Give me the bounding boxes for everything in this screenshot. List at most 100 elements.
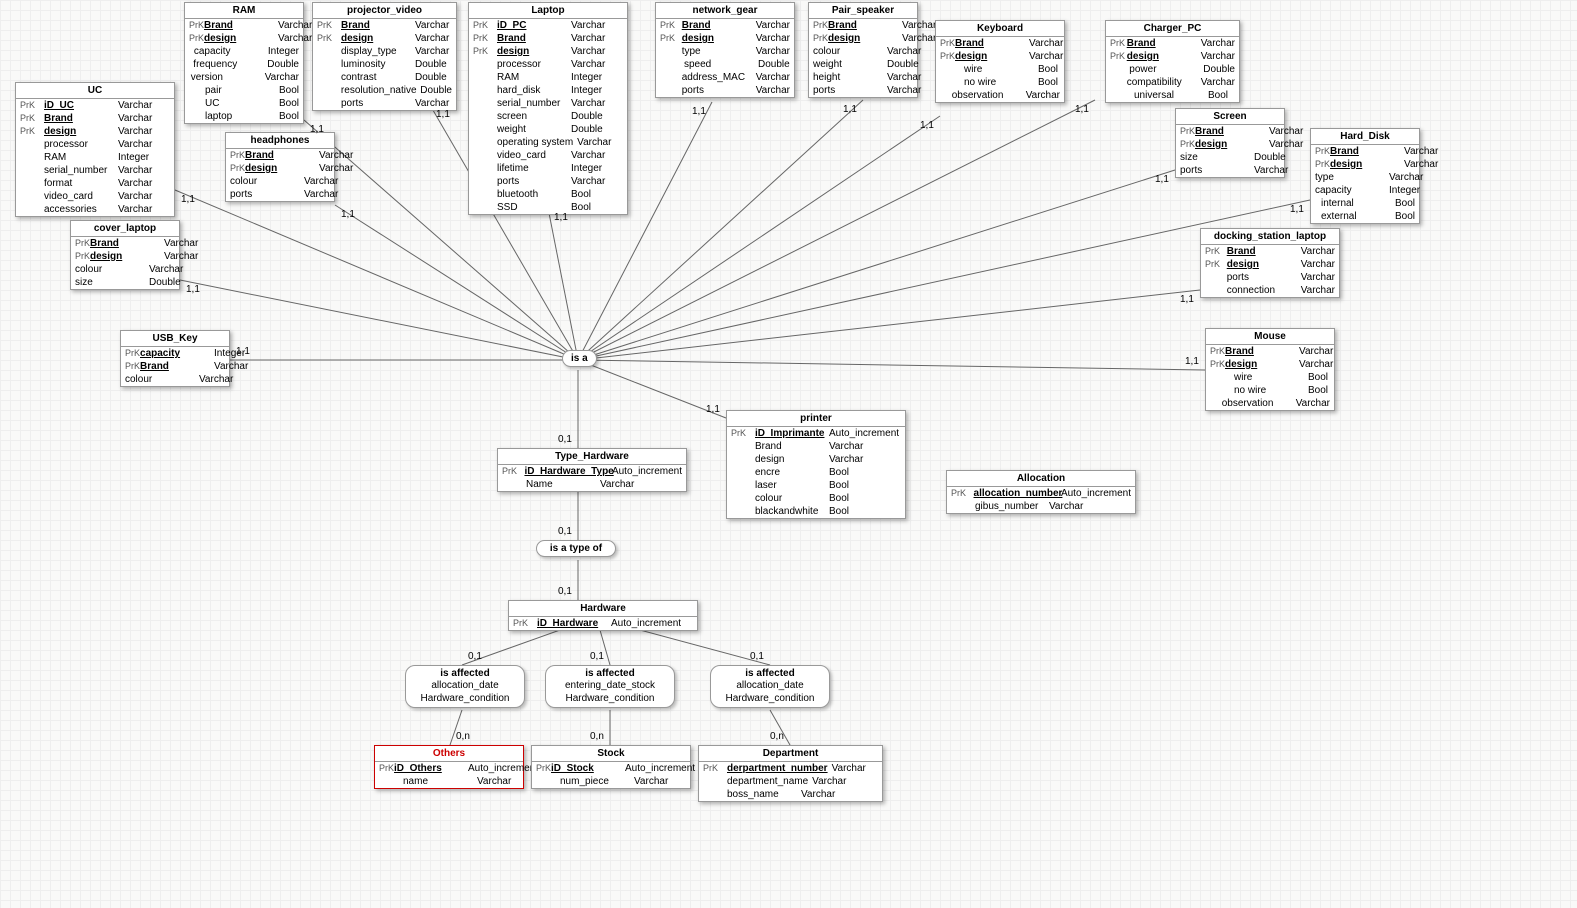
attr-row: versionVarchar	[185, 71, 303, 84]
cardinality-label: 1,1	[1155, 174, 1169, 185]
attr-row: PrKBrandVarchar	[16, 112, 174, 125]
attr-row: sizeDouble	[1176, 151, 1284, 164]
entity-headphones[interactable]: headphonesPrKBrandVarcharPrKdesignVarcha…	[225, 132, 335, 202]
entity-laptop[interactable]: LaptopPrKiD_PCVarcharPrKBrandVarcharPrKd…	[468, 2, 628, 215]
entity-title: USB_Key	[121, 331, 229, 347]
relation-attr: Hardware_condition	[719, 692, 821, 705]
entity-allocation[interactable]: AllocationPrKallocation_numberAuto_incre…	[946, 470, 1136, 514]
attr-row: portsVarchar	[656, 84, 794, 97]
entity-title: Hard_Disk	[1311, 129, 1419, 145]
attr-row: laptopBool	[185, 110, 303, 123]
entity-docking[interactable]: docking_station_laptopPrKBrandVarcharPrK…	[1200, 228, 1340, 298]
entity-mouse[interactable]: MousePrKBrandVarcharPrKdesignVarcharwire…	[1205, 328, 1335, 411]
entity-stock[interactable]: StockPrKiD_StockAuto_incrementnum_pieceV…	[531, 745, 691, 789]
entity-title: RAM	[185, 3, 303, 19]
entity-title: projector_video	[313, 3, 456, 19]
attr-row: connectionVarchar	[1201, 284, 1339, 297]
cardinality-label: 0,1	[750, 651, 764, 662]
relation-attr: allocation_date	[414, 679, 516, 692]
entity-printer[interactable]: printerPrKiD_ImprimanteAuto_incrementBra…	[726, 410, 906, 519]
attr-row: PrKBrandVarchar	[1201, 245, 1339, 258]
entity-title: Mouse	[1206, 329, 1334, 345]
attr-row: boss_nameVarchar	[699, 788, 882, 801]
cardinality-label: 1,1	[1075, 104, 1089, 115]
entity-pair_speaker[interactable]: Pair_speakerPrKBrandVarcharPrKdesignVarc…	[808, 2, 918, 98]
attr-row: processorVarchar	[469, 58, 627, 71]
attr-row: PrKdesignVarchar	[1106, 50, 1239, 63]
entity-title: headphones	[226, 133, 334, 149]
attr-row: portsVarchar	[226, 188, 334, 201]
attr-row: capacityInteger	[185, 45, 303, 58]
entity-projector_video[interactable]: projector_videoPrKBrandVarcharPrKdesignV…	[312, 2, 457, 111]
relation-isa[interactable]: is a	[562, 350, 597, 367]
attr-row: portsVarchar	[469, 175, 627, 188]
entity-others[interactable]: OthersPrKiD_OthersAuto_incrementnameVarc…	[374, 745, 524, 789]
connection-line	[578, 360, 726, 418]
entity-hardware[interactable]: HardwarePrKiD_HardwareAuto_increment	[508, 600, 698, 631]
attr-row: frequencyDouble	[185, 58, 303, 71]
attr-row: formatVarchar	[16, 177, 174, 190]
entity-title: Stock	[532, 746, 690, 762]
attr-row: sizeDouble	[71, 276, 179, 289]
attr-row: luminosityDouble	[313, 58, 456, 71]
entity-usb_key[interactable]: USB_KeyPrKcapacityIntegerPrKBrandVarchar…	[120, 330, 230, 387]
cardinality-label: 1,1	[341, 209, 355, 220]
connection-line	[578, 360, 1205, 370]
attr-row: RAMInteger	[469, 71, 627, 84]
connection-line	[548, 208, 578, 360]
attr-row: department_nameVarchar	[699, 775, 882, 788]
relation-label: is affected	[554, 668, 666, 679]
entity-network_gear[interactable]: network_gearPrKBrandVarcharPrKdesignVarc…	[655, 2, 795, 98]
relation-is_type_of[interactable]: is a type of	[536, 540, 616, 557]
attr-row: video_cardVarchar	[16, 190, 174, 203]
entity-title: cover_laptop	[71, 221, 179, 237]
attr-row: colourVarchar	[809, 45, 917, 58]
entity-cover_laptop[interactable]: cover_laptopPrKBrandVarcharPrKdesignVarc…	[70, 220, 180, 290]
attr-row: PrKcapacityInteger	[121, 347, 229, 360]
entity-charger_pc[interactable]: Charger_PCPrKBrandVarcharPrKdesignVarcha…	[1105, 20, 1240, 103]
cardinality-label: 1,1	[920, 120, 934, 131]
entity-title: Allocation	[947, 471, 1135, 487]
relation-is_affected1[interactable]: is affectedallocation_dateHardware_condi…	[405, 665, 525, 708]
cardinality-label: 1,1	[843, 104, 857, 115]
attr-row: PrKdesignVarchar	[1176, 138, 1284, 151]
relation-is_affected2[interactable]: is affectedentering_date_stockHardware_c…	[545, 665, 675, 708]
attr-row: PrKiD_UCVarchar	[16, 99, 174, 112]
entity-title: Keyboard	[936, 21, 1064, 37]
entity-ram[interactable]: RAMPrKBrandVarcharPrKdesignVarcharcapaci…	[184, 2, 304, 124]
attr-row: designVarchar	[727, 453, 905, 466]
relation-is_affected3[interactable]: is affectedallocation_dateHardware_condi…	[710, 665, 830, 708]
cardinality-label: 1,1	[1185, 356, 1199, 367]
cardinality-label: 1,1	[181, 194, 195, 205]
entity-title: Hardware	[509, 601, 697, 617]
entity-hard_disk[interactable]: Hard_DiskPrKBrandVarcharPrKdesignVarchar…	[1310, 128, 1420, 224]
attr-row: typeVarchar	[1311, 171, 1419, 184]
attr-row: PrKBrandVarchar	[121, 360, 229, 373]
attr-row: accessoriesVarchar	[16, 203, 174, 216]
cardinality-label: 0,1	[558, 434, 572, 445]
entity-department[interactable]: DepartmentPrKderpartment_numberVarcharde…	[698, 745, 883, 802]
attr-row: PrKBrandVarchar	[185, 19, 303, 32]
attr-row: video_cardVarchar	[469, 149, 627, 162]
attr-row: speedDouble	[656, 58, 794, 71]
attr-row: PrKdesignVarchar	[936, 50, 1064, 63]
entity-uc[interactable]: UCPrKiD_UCVarcharPrKBrandVarcharPrKdesig…	[15, 82, 175, 217]
attr-row: PrKBrandVarchar	[1311, 145, 1419, 158]
entity-screen[interactable]: ScreenPrKBrandVarcharPrKdesignVarcharsiz…	[1175, 108, 1285, 178]
attr-row: wireBool	[936, 63, 1064, 76]
cardinality-label: 0,1	[468, 651, 482, 662]
connection-line	[578, 290, 1200, 360]
entity-type_hardware[interactable]: Type_HardwarePrKiD_Hardware_TypeAuto_inc…	[497, 448, 687, 492]
cardinality-label: 1,1	[1290, 204, 1304, 215]
attr-row: PrKBrandVarchar	[809, 19, 917, 32]
entity-title: printer	[727, 411, 905, 427]
attr-row: operating systemVarchar	[469, 136, 627, 149]
entity-keyboard[interactable]: KeyboardPrKBrandVarcharPrKdesignVarcharw…	[935, 20, 1065, 103]
attr-row: PrKdesignVarchar	[185, 32, 303, 45]
relation-attr: Hardware_condition	[414, 692, 516, 705]
attr-row: PrKBrandVarchar	[469, 32, 627, 45]
attr-row: PrKBrandVarchar	[71, 237, 179, 250]
attr-row: observationVarchar	[1206, 397, 1334, 410]
entity-title: UC	[16, 83, 174, 99]
relation-attr: entering_date_stock	[554, 679, 666, 692]
